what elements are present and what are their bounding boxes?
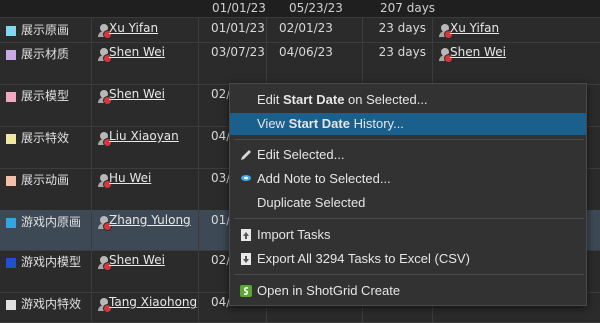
task-name-cell[interactable]: 游戏内特效 <box>0 292 92 322</box>
context-menu: Edit Start Date on Selected... View Star… <box>229 83 587 306</box>
user-cell[interactable]: Xu Yifan <box>92 18 199 42</box>
start-date: 04/ <box>211 295 231 309</box>
task-name: 游戏内模型 <box>21 255 82 269</box>
start-date: 02/ <box>211 253 231 267</box>
menu-edit-selected[interactable]: Edit Selected... <box>230 144 586 166</box>
assignee-link[interactable]: Xu Yifan <box>450 21 499 35</box>
summary-row: 01/01/23 05/23/23 207 days <box>0 0 600 18</box>
summary-duration: 207 days <box>380 1 436 15</box>
menu-separator <box>234 274 584 275</box>
task-color-swatch <box>6 300 16 310</box>
summary-start-date: 01/01/23 <box>212 1 266 15</box>
menu-view-history-bold: Start Date <box>288 116 350 131</box>
task-name-cell[interactable]: 展示模型 <box>0 84 92 126</box>
task-color-swatch <box>6 258 16 268</box>
user-link[interactable]: Liu Xiaoyan <box>109 129 179 143</box>
summary-due-date: 05/23/23 <box>289 1 343 15</box>
task-name: 展示材质 <box>21 47 70 61</box>
start-date: 01/ <box>211 213 231 227</box>
user-cell[interactable]: Liu Xiaoyan <box>92 126 199 168</box>
task-name: 游戏内原画 <box>21 215 82 229</box>
task-name: 展示特效 <box>21 131 70 145</box>
user-link[interactable]: Zhang Yulong <box>109 213 191 227</box>
assignee-cell[interactable]: Xu Yifan <box>433 18 600 42</box>
menu-separator <box>234 218 584 219</box>
duration: 23 days <box>378 45 426 59</box>
menu-export-label: Export All 3294 Tasks to Excel (CSV) <box>257 251 470 266</box>
task-name-cell[interactable]: 展示材质 <box>0 42 92 84</box>
due-date: 04/06/23 <box>279 45 333 59</box>
start-date-cell[interactable]: 03/07/23 <box>199 42 267 84</box>
task-name-cell[interactable]: 展示原画 <box>0 18 92 42</box>
menu-duplicate-label: Duplicate Selected <box>257 195 366 210</box>
user-cell[interactable]: Hu Wei <box>92 168 199 210</box>
menu-open-create-label: Open in ShotGrid Create <box>257 283 401 298</box>
user-cell[interactable]: Tang Xiaohong <box>92 292 199 322</box>
due-date: 02/01/23 <box>279 21 333 35</box>
menu-open-shotgrid-create[interactable]: Open in ShotGrid Create <box>230 280 586 302</box>
note-icon <box>241 175 251 181</box>
task-color-swatch <box>6 134 16 144</box>
start-date-cell[interactable]: 01/01/23 <box>199 18 267 42</box>
user-link[interactable]: Hu Wei <box>109 171 151 185</box>
menu-edit-start-date[interactable]: Edit Start Date on Selected... <box>230 89 586 111</box>
task-name-cell[interactable]: 展示特效 <box>0 126 92 168</box>
start-date: 04/ <box>211 129 231 143</box>
table-row[interactable]: 展示原画 Xu Yifan 01/01/23 02/01/23 23 days Xu Yi… <box>0 18 600 43</box>
user-cell[interactable]: Shen Wei <box>92 42 199 84</box>
user-cell[interactable]: Shen Wei <box>92 84 199 126</box>
duration: 23 days <box>378 21 426 35</box>
task-color-swatch <box>6 218 16 228</box>
start-date: 03/ <box>211 171 231 185</box>
menu-add-note-label: Add Note to Selected... <box>257 171 391 186</box>
task-name: 展示模型 <box>21 89 70 103</box>
user-link[interactable]: Tang Xiaohong <box>109 295 197 309</box>
task-color-swatch <box>6 50 16 60</box>
task-color-swatch <box>6 26 16 36</box>
task-name-cell[interactable]: 展示动画 <box>0 168 92 210</box>
task-name-cell[interactable]: 游戏内模型 <box>0 250 92 292</box>
duration-cell[interactable]: 23 days <box>363 18 433 42</box>
menu-edit-start-prefix: Edit <box>257 92 284 107</box>
menu-edit-start-suffix: on Selected... <box>344 92 428 107</box>
assignee-link[interactable]: Shen Wei <box>450 45 506 59</box>
menu-separator <box>234 139 584 140</box>
menu-view-history-prefix: View <box>257 116 289 131</box>
start-date: 02/ <box>211 87 231 101</box>
due-date-cell[interactable]: 04/06/23 <box>267 42 363 84</box>
user-link[interactable]: Xu Yifan <box>109 21 158 35</box>
task-name: 游戏内特效 <box>21 297 82 311</box>
menu-edit-selected-label: Edit Selected... <box>257 147 345 162</box>
user-link[interactable]: Shen Wei <box>109 87 165 101</box>
menu-add-note[interactable]: Add Note to Selected... <box>230 168 586 190</box>
duration-cell[interactable]: 23 days <box>363 42 433 84</box>
user-link[interactable]: Shen Wei <box>109 45 165 59</box>
task-name: 展示动画 <box>21 173 70 187</box>
pencil-icon <box>241 150 251 160</box>
due-date-cell[interactable]: 02/01/23 <box>267 18 363 42</box>
menu-export-csv[interactable]: Export All 3294 Tasks to Excel (CSV) <box>230 248 586 270</box>
user-cell[interactable]: Zhang Yulong <box>92 210 199 250</box>
task-color-swatch <box>6 176 16 186</box>
user-cell[interactable]: Shen Wei <box>92 250 199 292</box>
task-name-cell[interactable]: 游戏内原画 <box>0 210 92 250</box>
start-date: 03/07/23 <box>211 45 265 59</box>
menu-view-history-suffix: History... <box>349 116 404 131</box>
import-icon <box>241 229 251 241</box>
shotgrid-create-icon <box>240 285 252 297</box>
task-name: 展示原画 <box>21 23 70 37</box>
menu-import-tasks-label: Import Tasks <box>257 227 331 242</box>
menu-edit-start-bold: Start Date <box>283 92 345 107</box>
table-row[interactable]: 展示材质 Shen Wei 03/07/23 04/06/23 23 days Shen … <box>0 42 600 85</box>
export-icon <box>241 253 251 265</box>
menu-duplicate-selected[interactable]: Duplicate Selected <box>230 192 586 214</box>
menu-import-tasks[interactable]: Import Tasks <box>230 224 586 246</box>
assignee-cell[interactable]: Shen Wei <box>433 42 600 84</box>
menu-view-start-date-history[interactable]: View Start Date History... <box>230 113 586 135</box>
task-color-swatch <box>6 92 16 102</box>
user-link[interactable]: Shen Wei <box>109 253 165 267</box>
start-date: 01/01/23 <box>211 21 265 35</box>
